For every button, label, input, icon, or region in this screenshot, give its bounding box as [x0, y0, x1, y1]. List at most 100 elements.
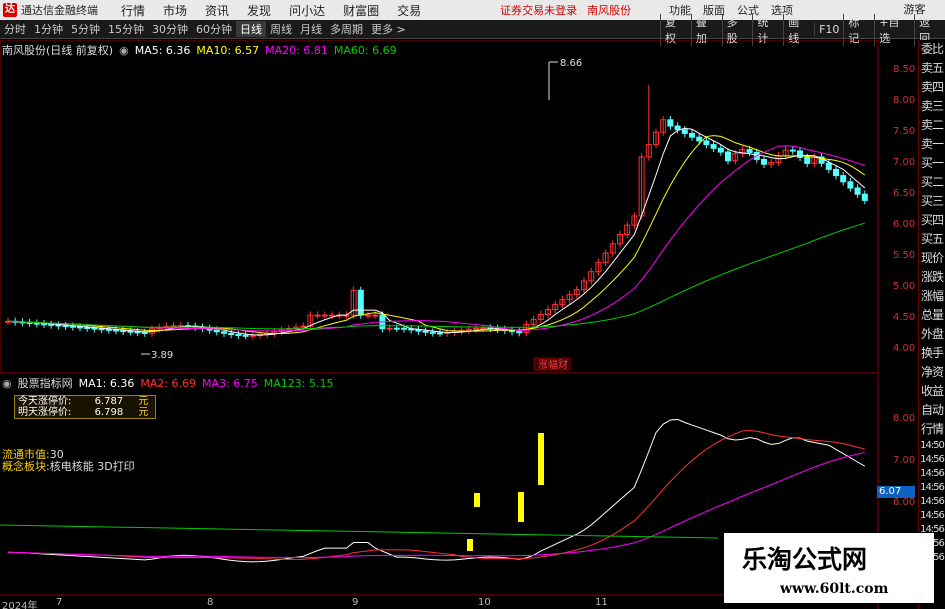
- period-60min[interactable]: 60分钟: [192, 21, 236, 37]
- menu-quotes[interactable]: 行情: [112, 2, 154, 19]
- sidebar-field: 现价: [920, 251, 944, 265]
- period-timeshare[interactable]: 分时: [0, 21, 30, 37]
- y-tick: 7.50: [893, 126, 916, 137]
- sidebar-field: 14:56: [920, 468, 945, 479]
- y-tick: 4.00: [893, 343, 916, 354]
- menu-market[interactable]: 市场: [154, 2, 196, 19]
- sidebar-field: 收益: [920, 384, 944, 398]
- ind-y-tick: 6.00: [893, 497, 916, 508]
- sidebar-field: 换手: [920, 346, 944, 360]
- today-limit-label: 今天涨停价:: [18, 396, 72, 407]
- sidebar-field: 14:56: [920, 510, 945, 521]
- ma3-label: MA3: 6.75: [202, 376, 258, 390]
- sidebar-field: 总量: [920, 308, 944, 322]
- y-tick: 8.50: [893, 64, 916, 75]
- ma60-label: MA60: 6.69: [333, 43, 397, 57]
- toolbar: 复权 叠加 多股 统计 画线 F10 标记 +自选 返回: [660, 13, 945, 46]
- y-tick: 5.00: [893, 281, 916, 292]
- sidebar-field: 卖二: [920, 118, 944, 132]
- menu-discover[interactable]: 发现: [238, 2, 280, 19]
- sidebar-field: 涨跌: [920, 270, 944, 284]
- sidebar-field: 外盘: [920, 327, 944, 341]
- x-tick: 11: [595, 597, 608, 608]
- concept-info: 概念板块:核电核能 3D打印: [2, 458, 135, 474]
- x-tick: 10: [478, 597, 491, 608]
- low-annotation: 3.89: [151, 350, 173, 361]
- period-5min[interactable]: 5分钟: [67, 21, 104, 37]
- sidebar-field: 涨幅: [920, 289, 944, 303]
- period-multi[interactable]: 多周期: [326, 21, 367, 37]
- sidebar-field: 自动: [920, 403, 944, 417]
- settings-dot-icon[interactable]: ◉: [2, 377, 12, 390]
- sidebar-field: 买二: [920, 175, 944, 189]
- y-tick: 6.00: [893, 219, 916, 230]
- sidebar-field: 买一: [920, 156, 944, 170]
- event-tag[interactable]: 涨幅财: [538, 358, 568, 371]
- ind-y-tick: 8.00: [893, 413, 916, 424]
- menu-wealth[interactable]: 财富圈: [334, 2, 388, 19]
- menu-ask[interactable]: 问小达: [280, 2, 334, 19]
- sidebar-field: 买五: [920, 232, 944, 246]
- watermark-url: www.60lt.com: [780, 581, 889, 597]
- stock-title[interactable]: 南风股份(日线 前复权): [2, 42, 113, 58]
- app-title: 通达信金融终端: [21, 4, 98, 17]
- sidebar-field: 净资: [920, 365, 944, 379]
- ind-y-tick: 7.00: [893, 455, 916, 466]
- y-tick: 8.00: [893, 95, 916, 106]
- today-limit-unit: 元: [138, 396, 149, 407]
- period-monthly[interactable]: 月线: [296, 21, 326, 37]
- sidebar-field: 买三: [920, 194, 944, 208]
- quote-sidebar: 委比卖五卖四卖三卖二卖一买一买二买三买四买五现价涨跌涨幅总量外盘换手净资收益自动…: [918, 40, 945, 609]
- today-limit-value: 6.787: [94, 396, 124, 407]
- period-daily[interactable]: 日线: [236, 21, 266, 37]
- y-tick: 4.50: [893, 312, 916, 323]
- period-15min[interactable]: 15分钟: [104, 21, 148, 37]
- period-more[interactable]: 更多 >: [367, 21, 410, 37]
- y-tick: 5.50: [893, 250, 916, 261]
- limit-price-box: 今天涨停价: 6.787 元 明天涨停价: 6.798 元: [14, 395, 156, 419]
- app-logo-icon: 达: [3, 3, 17, 17]
- ma10-label: MA10: 6.57: [196, 43, 260, 57]
- main-legend: 南风股份(日线 前复权) ◉ MA5: 6.36 MA10: 6.57 MA20…: [2, 42, 397, 58]
- tool-f10[interactable]: F10: [814, 23, 843, 36]
- tomorrow-limit-value: 6.798: [94, 407, 124, 418]
- x-tick: 8: [207, 597, 214, 608]
- sidebar-field: 行情: [920, 422, 944, 436]
- period-30min[interactable]: 30分钟: [148, 21, 192, 37]
- ma5-label: MA5: 6.36: [134, 43, 191, 57]
- sidebar-field: 卖三: [920, 99, 944, 113]
- x-tick: 9: [352, 597, 359, 608]
- main-menu: 行情 市场 资讯 发现 问小达 财富圈 交易: [112, 2, 430, 19]
- ma2-label: MA2: 6.69: [140, 376, 197, 390]
- ma1-label: MA1: 6.36: [78, 376, 135, 390]
- concept-value: 核电核能 3D打印: [49, 460, 135, 473]
- sidebar-field: 委比: [920, 42, 944, 56]
- settings-dot-icon[interactable]: ◉: [119, 44, 129, 57]
- login-notice[interactable]: 证券交易未登录: [500, 2, 577, 18]
- sidebar-field: 14:56: [920, 496, 945, 507]
- tomorrow-limit-unit: 元: [138, 407, 149, 418]
- ma123-label: MA123: 5.15: [263, 376, 334, 390]
- ma20-label: MA20: 6.81: [265, 43, 328, 57]
- sidebar-field: 卖五: [920, 61, 944, 75]
- sidebar-field: 买四: [920, 213, 944, 227]
- period-1min[interactable]: 1分钟: [30, 21, 67, 37]
- concept-label: 概念板块:: [2, 460, 50, 473]
- sidebar-field: 14:56: [920, 454, 945, 465]
- indicator-name[interactable]: 股票指标网: [18, 375, 73, 391]
- indicator-legend: ◉ 股票指标网 MA1: 6.36 MA2: 6.69 MA3: 6.75 MA…: [2, 375, 333, 391]
- kline-chart[interactable]: 8.66 3.89 涨幅财: [0, 40, 918, 609]
- period-weekly[interactable]: 周线: [266, 21, 296, 37]
- x-tick: 2024年: [2, 601, 38, 609]
- current-price-tag: 6.07: [877, 486, 915, 498]
- menu-news[interactable]: 资讯: [196, 2, 238, 19]
- sidebar-field: 卖四: [920, 80, 944, 94]
- x-tick: 7: [56, 597, 63, 608]
- sidebar-field: 14:56: [920, 482, 945, 493]
- sidebar-field: 卖一: [920, 137, 944, 151]
- y-tick: 7.00: [893, 157, 916, 168]
- watermark-title: 乐淘公式网: [742, 545, 868, 574]
- tomorrow-limit-label: 明天涨停价:: [18, 407, 72, 418]
- menu-trade[interactable]: 交易: [388, 2, 430, 19]
- stock-name-notice: 南风股份: [587, 4, 632, 17]
